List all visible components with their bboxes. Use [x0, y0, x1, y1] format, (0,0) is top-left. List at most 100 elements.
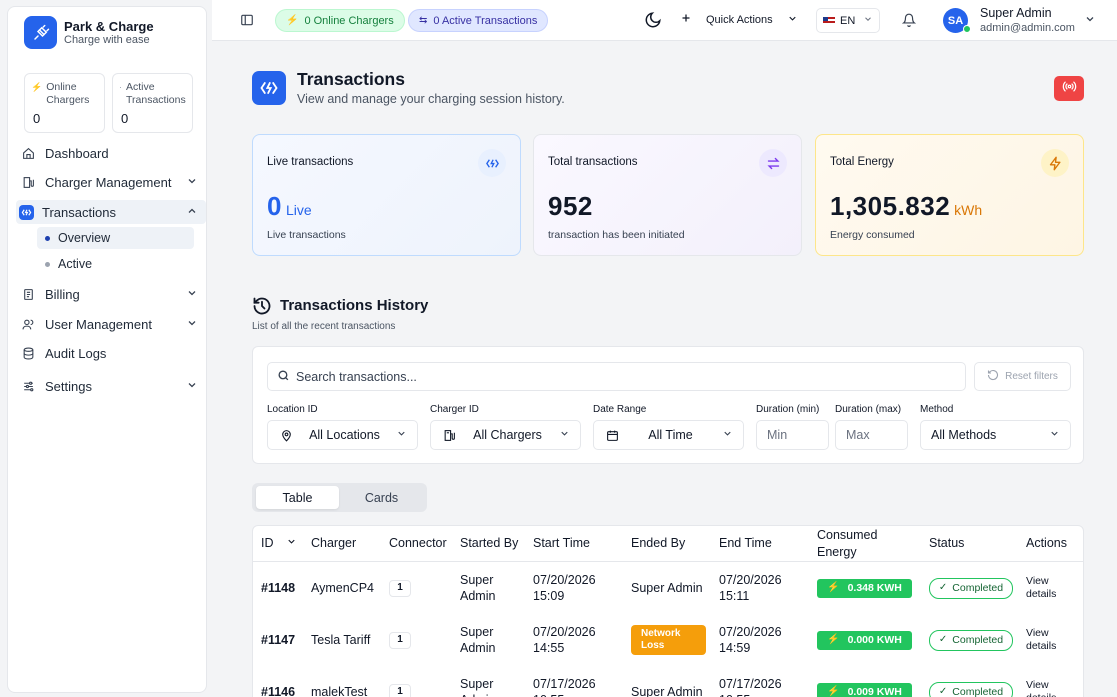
quick-actions-button[interactable]: Quick Actions [681, 12, 798, 27]
topbar: ⚡ 0 Online Chargers ⇆ 0 Active Transaction… [212, 0, 1117, 41]
header-id[interactable]: ID [261, 526, 297, 561]
table-row[interactable]: #1148 AymenCP4 1 Super Admin 07/20/2026 … [253, 562, 1083, 614]
database-icon [20, 345, 36, 361]
sidebar-item-charger-management[interactable]: Charger Management [16, 170, 206, 194]
row-actions: View details [1026, 666, 1066, 697]
date-filter-label: Date Range [593, 404, 647, 415]
energy-value: 0.348 KWH [847, 582, 902, 594]
moon-icon[interactable] [644, 11, 662, 34]
brand-tagline: Charge with ease [64, 33, 150, 46]
pill-label: 0 Online Chargers [304, 14, 394, 27]
check-icon: ✓ [938, 582, 948, 593]
sidebar-item-billing[interactable]: Billing [16, 282, 206, 306]
chevron-down-icon [186, 379, 198, 394]
card-value-row: 1,305.832 kWh [830, 191, 982, 222]
chevron-down-icon [787, 13, 798, 27]
sidebar: Park & Charge Charge with ease ⚡ Online C… [7, 6, 207, 693]
total-transactions-card: Total transactions 952 transaction has b… [533, 134, 802, 256]
sidebar-item-audit-logs[interactable]: Audit Logs [16, 341, 206, 365]
chevron-down-icon [186, 175, 198, 190]
duration-max-placeholder: Max [846, 428, 870, 442]
duration-max-input[interactable]: Max [835, 420, 908, 450]
card-title: Live transactions [267, 156, 354, 168]
users-icon [20, 316, 36, 332]
table-row[interactable]: #1146 malekTest 1 Super Admin 07/17/2026… [253, 666, 1083, 697]
reset-filters-button[interactable]: Reset filters [974, 362, 1071, 391]
header-actions: Actions [1026, 536, 1067, 550]
live-broadcast-button[interactable] [1054, 76, 1084, 101]
energy-badge: ⚡ 0.009 KWH [817, 682, 912, 697]
sidebar-toggle-icon[interactable] [240, 13, 254, 32]
connector-badge: 1 [389, 683, 411, 697]
swap-icon [759, 149, 787, 177]
chevron-down-icon [722, 428, 733, 442]
transactions-icon [19, 204, 34, 220]
sidebar-item-label: User Management [45, 316, 152, 332]
online-chargers-stat: ⚡ Online Chargers 0 [24, 73, 105, 133]
header-start-time: Start Time [533, 536, 590, 550]
sidebar-item-user-management[interactable]: User Management [16, 312, 206, 336]
row-connector: 1 [389, 614, 411, 666]
row-actions: View details [1026, 562, 1066, 614]
view-details-link[interactable]: View details [1026, 575, 1066, 601]
sidebar-item-dashboard[interactable]: Dashboard [16, 141, 206, 165]
row-ended-by: Super Admin [631, 685, 703, 697]
row-end-time: 07/17/2026 10:55 [719, 677, 782, 697]
duration-max-label: Duration (max) [835, 404, 902, 415]
language-select[interactable]: EN [816, 8, 880, 33]
charger-icon [20, 174, 36, 190]
row-end-time: 07/20/2026 15:11 [719, 573, 782, 603]
card-title: Total transactions [548, 156, 638, 168]
energy-badge: ⚡ 0.348 KWH [817, 578, 912, 598]
charger-filter[interactable]: All Chargers [430, 420, 581, 450]
check-icon: ✓ [938, 686, 948, 697]
charger-filter-label: Charger ID [430, 404, 479, 415]
sidebar-item-transactions[interactable]: Transactions [16, 200, 206, 224]
user-email: admin@admin.com [980, 22, 1075, 34]
sidebar-item-label: Audit Logs [45, 345, 107, 361]
connector-badge: 1 [389, 631, 411, 649]
duration-min-input[interactable]: Min [756, 420, 829, 450]
tab-table[interactable]: Table [256, 486, 339, 509]
search-box[interactable] [267, 362, 966, 391]
header-label: ID [261, 536, 274, 550]
fuel-pump-icon [442, 429, 456, 442]
tab-cards[interactable]: Cards [340, 486, 423, 509]
brand[interactable]: Park & Charge Charge with ease [24, 16, 154, 49]
bell-icon[interactable] [901, 13, 917, 32]
table-row[interactable]: #1147 Tesla Tariff 1 Super Admin 07/20/2… [253, 614, 1083, 666]
card-footnote: Energy consumed [830, 229, 915, 241]
history-title: Transactions History [280, 297, 429, 314]
active-transactions-pill[interactable]: ⇆ 0 Active Transactions [408, 9, 549, 32]
calendar-icon [605, 429, 619, 442]
chevron-down-icon[interactable] [1084, 12, 1096, 30]
dot-icon: · [119, 82, 122, 92]
plus-icon [680, 12, 692, 27]
chevron-up-icon [186, 205, 198, 220]
subitem-label: Overview [58, 231, 111, 245]
subitem-label: Active [58, 257, 93, 271]
location-filter-value: All Locations [309, 428, 380, 442]
date-range-filter[interactable]: All Time [593, 420, 744, 450]
sidebar-subitem-active[interactable]: Active [37, 253, 194, 275]
status-label: Completed [952, 686, 1004, 697]
user-name[interactable]: Super Admin [980, 6, 1052, 20]
reset-label: Reset filters [1005, 371, 1058, 382]
card-footnote: transaction has been initiated [548, 229, 685, 241]
view-details-link[interactable]: View details [1026, 679, 1066, 697]
online-chargers-pill[interactable]: ⚡ 0 Online Chargers [275, 9, 405, 32]
location-filter[interactable]: All Locations [267, 420, 418, 450]
bolt-icon: ⚡ [827, 582, 840, 593]
sidebar-item-label: Settings [45, 378, 92, 394]
search-input[interactable] [296, 369, 896, 384]
history-icon [252, 296, 272, 321]
bullet-icon [45, 261, 50, 267]
view-details-link[interactable]: View details [1026, 627, 1066, 653]
sidebar-subitem-overview[interactable]: Overview [37, 227, 194, 249]
sidebar-item-settings[interactable]: Settings [16, 374, 206, 398]
duration-min-placeholder: Min [767, 428, 788, 442]
row-energy: ⚡ 0.009 KWH [817, 666, 912, 697]
energy-value: 0.000 KWH [847, 634, 902, 646]
method-filter[interactable]: All Methods [920, 420, 1071, 450]
search-icon [277, 369, 290, 385]
